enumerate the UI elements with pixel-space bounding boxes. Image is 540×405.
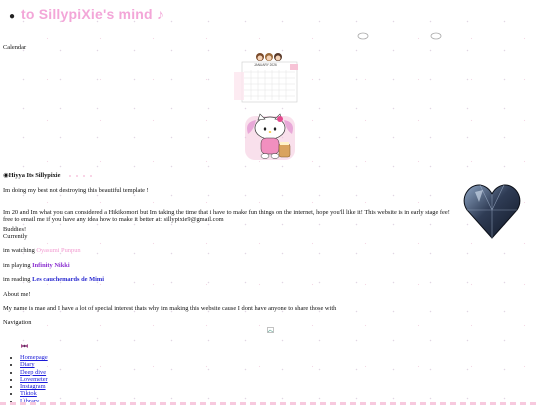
navigation-list: Homepage Diary Deep dive Lovemeter Insta…	[3, 354, 48, 405]
nav-link-homepage[interactable]: Homepage	[20, 354, 48, 361]
ribbon-decoration	[357, 32, 442, 40]
navigation-label: Navigation	[3, 319, 32, 326]
watching-line: im watching Oyasumi Punpun	[3, 247, 81, 254]
about-text: My name is mae and I have a lot of speci…	[3, 305, 337, 312]
site-title: ● to SillypiXie's mind ♪	[9, 6, 165, 22]
calendar-month: JANUARY 2026	[254, 63, 277, 67]
calendar-image	[234, 53, 298, 103]
sparkle-decoration	[69, 175, 92, 177]
nav-link-deep-dive[interactable]: Deep dive	[20, 369, 46, 376]
nav-item-instagram: Instagram	[20, 383, 48, 390]
nav-item-tiktok: Tiktok	[20, 390, 48, 397]
nav-link-lovemeter[interactable]: Lovemeter	[20, 376, 48, 383]
ribbon-icon	[21, 344, 28, 348]
nav-item-homepage: Homepage	[20, 354, 48, 361]
nav-item-lovemeter: Lovemeter	[20, 376, 48, 383]
nav-link-instagram[interactable]: Instagram	[20, 383, 46, 390]
reading-title: Les cauchemards de Mimi	[32, 276, 104, 283]
intro-line: Im doing my best not destroying this bea…	[3, 187, 149, 194]
nav-link-tiktok[interactable]: Tiktok	[20, 390, 37, 397]
intro-heading: ◉Hiyya Its Sillypixie	[3, 172, 61, 179]
watching-title: Oyasumi Punpun	[36, 247, 81, 254]
about-label: About me!	[3, 291, 31, 298]
broken-image-icon	[267, 327, 274, 333]
playing-title: Infinity Nikki	[32, 262, 70, 269]
heart-gem-icon	[463, 184, 521, 239]
currently-label: Currently	[3, 233, 28, 240]
nav-link-diary[interactable]: Diary	[20, 361, 35, 368]
calendar-label: Calendar	[3, 44, 27, 51]
hello-kitty-sticker	[245, 113, 295, 160]
calendar-widget: JANUARY 2026	[232, 50, 302, 106]
reading-line: im reading Les cauchemards de Mimi	[3, 276, 104, 283]
nav-item-diary: Diary	[20, 361, 48, 368]
intro-paragraph: Im 20 and Im what you can considered a H…	[3, 209, 450, 224]
playing-line: im playing Infinity Nikki	[3, 262, 70, 269]
nav-item-deep-dive: Deep dive	[20, 369, 48, 376]
camera-icon: ●	[9, 11, 16, 22]
buddies-label: Buddies!	[3, 226, 27, 233]
